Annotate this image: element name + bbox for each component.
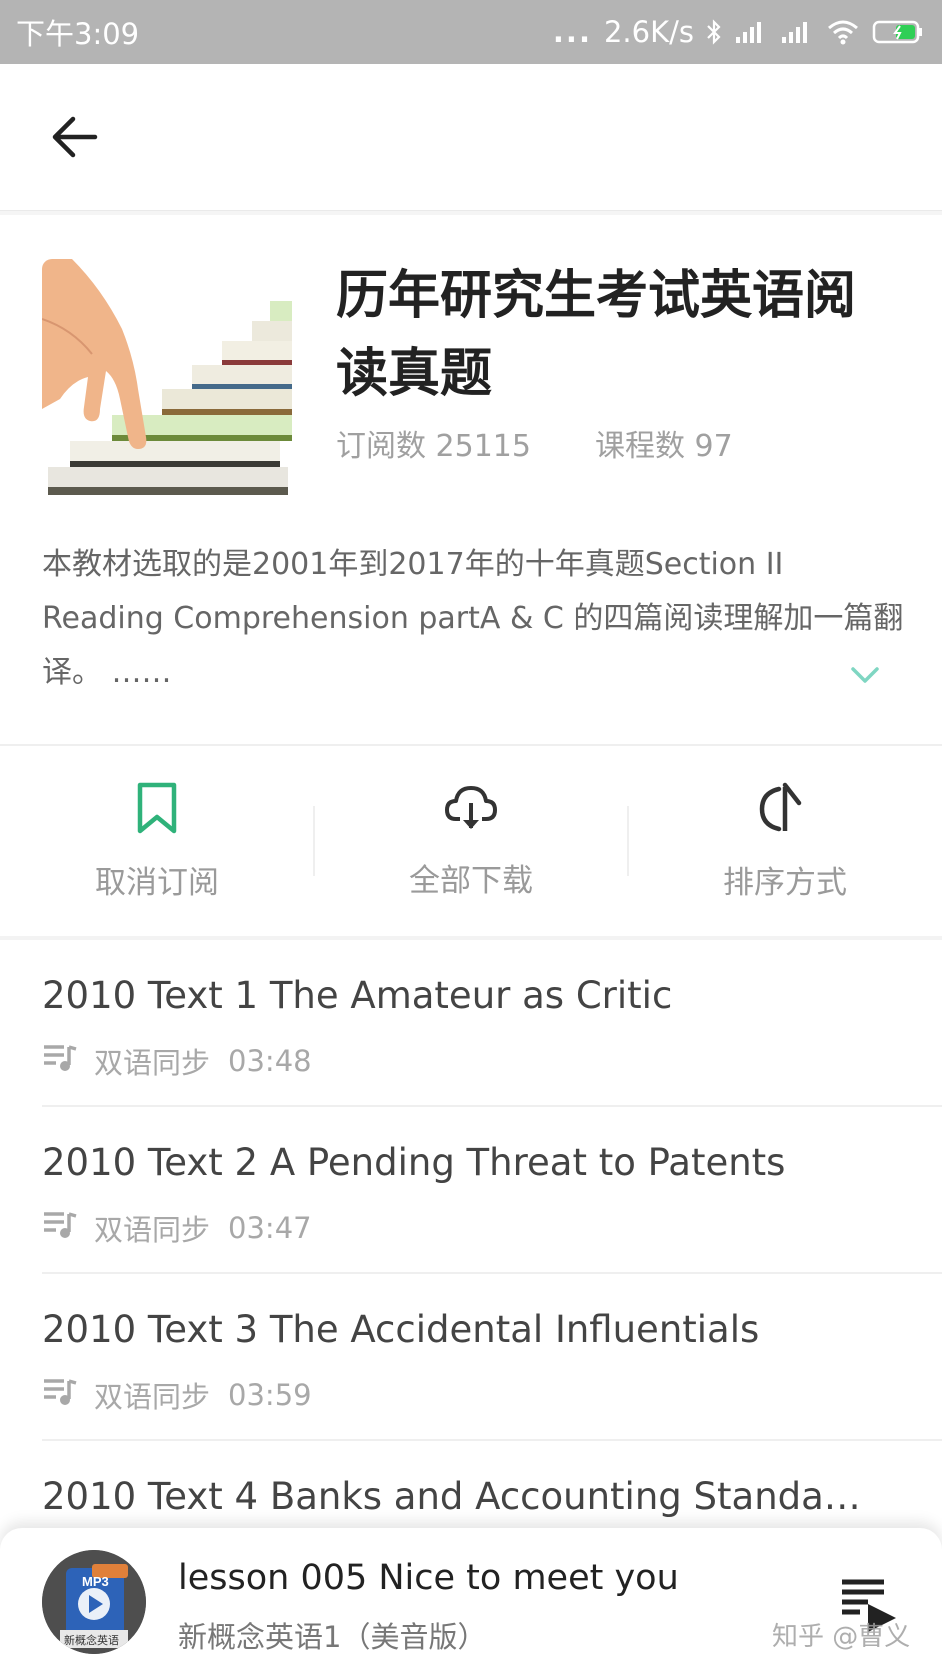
course-description: 本教材选取的是2001年到2017年的十年真题Section II Readin… xyxy=(42,538,904,700)
lesson-title: 2010 Text 1 The Amateur as Critic xyxy=(42,974,673,1017)
list-item[interactable]: 2010 Text 2 A Pending Threat to Patents … xyxy=(42,1107,942,1274)
status-icons: ... 2.6K/s xyxy=(553,15,924,49)
sort-icon xyxy=(757,781,813,839)
lesson-duration: 03:47 xyxy=(228,1211,312,1245)
playlist-music-icon xyxy=(42,1043,78,1080)
sort-button[interactable]: 排序方式 xyxy=(628,746,942,936)
lesson-title: 2010 Text 3 The Accidental Influentials xyxy=(42,1308,760,1351)
lesson-type: 双语同步 xyxy=(94,1213,211,1247)
playlist-music-icon xyxy=(42,1377,78,1414)
player-art-caption: 新概念英语 xyxy=(64,1633,119,1647)
lesson-count: 课程数 97 xyxy=(594,429,733,464)
chevron-down-icon xyxy=(850,667,880,689)
description-line: Reading Comprehension partA & C 的四篇阅读理解加… xyxy=(42,601,904,636)
lesson-type: 双语同步 xyxy=(94,1046,211,1080)
battery-icon xyxy=(872,19,924,45)
player-art-text: MP3 xyxy=(82,1574,109,1589)
lesson-title: 2010 Text 4 Banks and Accounting Standa… xyxy=(42,1475,861,1518)
download-all-button[interactable]: 全部下载 xyxy=(314,746,628,936)
lesson-meta: 双语同步 03:47 xyxy=(42,1207,312,1249)
expand-description-button[interactable] xyxy=(850,665,880,689)
status-time: 下午3:09 xyxy=(16,17,140,51)
course-cover-image xyxy=(42,259,292,501)
course-title-line: 历年研究生考试英语阅 xyxy=(336,266,857,326)
lesson-meta: 双语同步 03:48 xyxy=(42,1040,312,1082)
action-label: 全部下载 xyxy=(409,862,533,899)
more-dots-icon: ... xyxy=(552,15,592,49)
bookmark-icon xyxy=(135,781,179,839)
subscriber-count: 订阅数 25115 xyxy=(336,429,531,464)
list-item[interactable]: 2010 Text 1 The Amateur as Critic 双语同步 0… xyxy=(42,940,942,1107)
lesson-type: 双语同步 xyxy=(94,1380,211,1414)
course-stats: 订阅数 25115 课程数 97 xyxy=(336,421,733,465)
player-track-title: lesson 005 Nice to meet you xyxy=(178,1558,679,1598)
action-bar: 取消订阅 全部下载 排序方式 xyxy=(0,746,942,936)
action-label: 排序方式 xyxy=(723,864,847,901)
watermark: 知乎 @曹义 xyxy=(772,1622,911,1652)
wifi-icon xyxy=(826,19,860,45)
lesson-list: 2010 Text 1 The Amateur as Critic 双语同步 0… xyxy=(0,940,942,1608)
playlist-music-icon xyxy=(42,1210,78,1247)
description-line: 本教材选取的是2001年到2017年的十年真题Section II xyxy=(42,547,784,582)
lesson-title: 2010 Text 2 A Pending Threat to Patents xyxy=(42,1141,786,1184)
list-item[interactable]: 2010 Text 3 The Accidental Influentials … xyxy=(42,1274,942,1441)
lesson-meta: 双语同步 03:59 xyxy=(42,1374,312,1416)
signal-icon xyxy=(780,19,814,45)
course-title-line: 读真题 xyxy=(336,344,493,404)
player-album-art[interactable]: MP3 新概念英语 xyxy=(42,1550,146,1654)
back-button[interactable] xyxy=(40,104,110,174)
unsubscribe-button[interactable]: 取消订阅 xyxy=(0,746,314,936)
lesson-duration: 03:59 xyxy=(228,1378,312,1412)
action-label: 取消订阅 xyxy=(95,864,219,901)
signal-icon xyxy=(734,19,768,45)
lesson-duration: 03:48 xyxy=(228,1044,312,1078)
status-bar: 下午3:09 ... 2.6K/s xyxy=(0,0,942,64)
description-line: 译。 …… xyxy=(42,655,172,690)
cloud-download-icon xyxy=(444,783,498,837)
bluetooth-icon xyxy=(706,18,722,46)
course-header: 历年研究生考试英语阅 读真题 订阅数 25115 课程数 97 xyxy=(0,215,942,515)
network-speed: 2.6K/s xyxy=(603,15,694,49)
course-title: 历年研究生考试英语阅 读真题 xyxy=(336,257,896,413)
player-track-subtitle: 新概念英语1（美音版） xyxy=(178,1620,487,1654)
nav-bar xyxy=(0,64,942,211)
back-arrow-icon xyxy=(51,115,99,163)
